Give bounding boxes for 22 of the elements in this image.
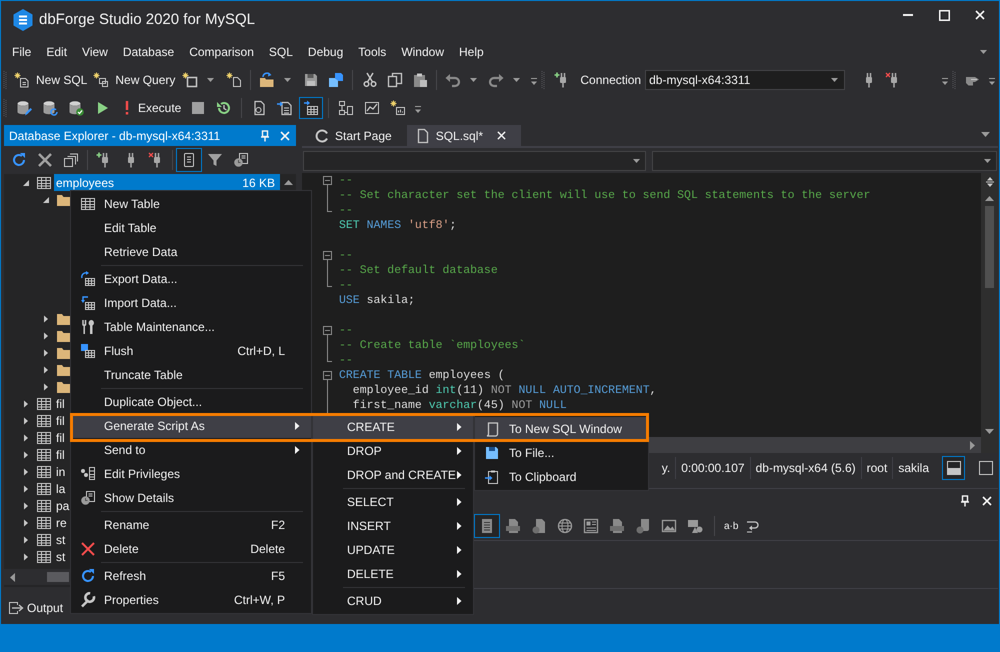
code-line: -- <box>339 248 353 263</box>
code-line: SET NAMES 'utf8'; <box>339 218 456 233</box>
code-line: -- <box>339 203 353 218</box>
code-line: -- <box>339 323 353 338</box>
panel-title: Database Explorer - db-mysql-x64:3311 <box>9 128 222 142</box>
window-title: dbForge Studio 2020 for MySQL <box>39 11 255 28</box>
status-text: sakila <box>892 457 934 479</box>
code-line: -- <box>339 278 353 293</box>
code-line: -- <box>339 353 353 368</box>
code-line: first_name varchar(45) NOT NULL <box>352 398 567 413</box>
code-line: -- <box>339 173 353 188</box>
code-line: -- Set default database <box>339 263 498 278</box>
status-text: y. <box>660 460 672 477</box>
status-text: db-mysql-x64 (5.6) <box>750 457 861 479</box>
status-text: root <box>860 457 892 479</box>
code-line: USE sakila; <box>339 293 415 308</box>
code-line: employee_id int(11) NOT NULL AUTO_INCREMENT, <box>352 383 656 398</box>
code-line: CREATE TABLE employees ( <box>339 368 505 383</box>
code-line: -- Set character set the client will use to send SQL statements to the server <box>339 188 870 203</box>
code-line: -- Create table `employees` <box>339 338 526 353</box>
status-text: 0:00:00.107 <box>675 457 750 479</box>
toolbar-label: Connection <box>580 73 642 87</box>
